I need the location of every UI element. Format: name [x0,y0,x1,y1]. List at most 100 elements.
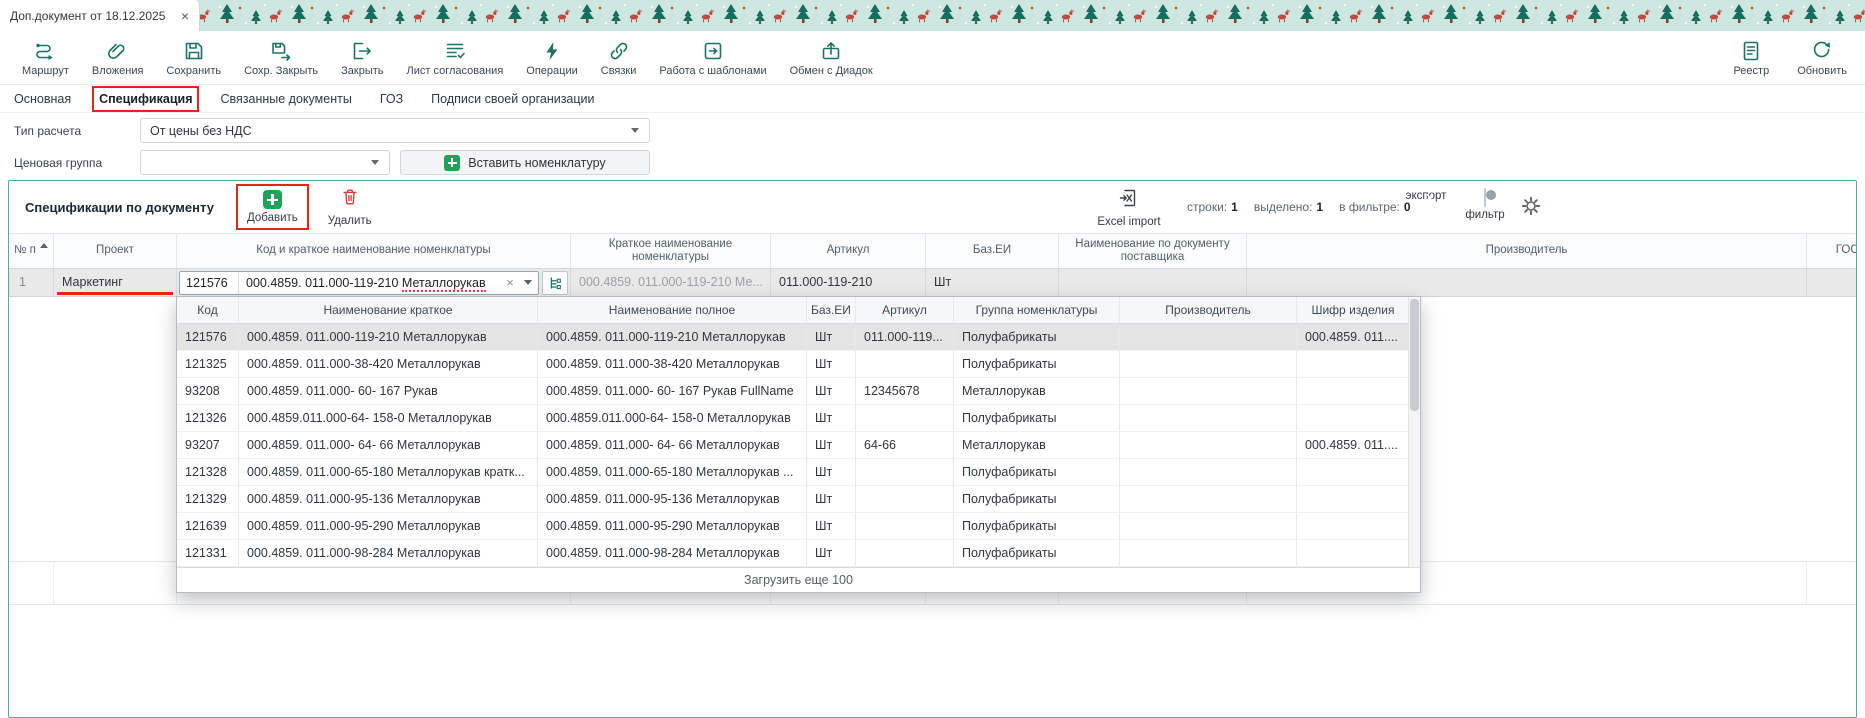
calc-type-select[interactable]: От цены без НДС [140,118,650,143]
popup-cell [856,459,954,485]
grid-toolbar: Спецификации по документу Добавить Удали… [9,181,1856,233]
popup-cell: Полуфабрикаты [954,513,1120,539]
nomenclature-combobox[interactable]: 121576 000.4859. 011.000-119-210 Металло… [179,271,539,295]
column-header-num[interactable]: № п [9,234,54,268]
popup-row[interactable]: 121329000.4859. 011.000-95-136 Металлору… [177,486,1410,513]
popup-cell: 121325 [177,351,239,377]
popup-cell: Шт [807,540,856,566]
popup-cell [1120,486,1297,512]
toolbar-button-label: Обмен с Диадок [790,65,873,77]
export-button[interactable]: экспорт [1397,188,1455,202]
popup-row[interactable]: 121331000.4859. 011.000-98-284 Металлору… [177,540,1410,567]
nomenclature-dropdown: КодНаименование краткоеНаименование полн… [176,296,1421,593]
scrollbar-thumb[interactable] [1410,299,1419,411]
excel-import-button[interactable]: Excel import [1087,187,1171,228]
toolbar-approval-sheet-button[interactable]: Лист согласования [403,36,508,80]
delete-trash-icon [340,187,360,212]
grid-header-row: № п Проект Код и краткое наименование но… [9,233,1856,269]
popup-cell: Шт [807,486,856,512]
toolbar-button-label: Вложения [92,65,144,77]
popup-row[interactable]: 93208000.4859. 011.000- 60- 167 Рукав000… [177,378,1410,405]
grid-row-selected[interactable]: 1 Маркетинг 121576 000.4859. 011.000-119… [9,269,1856,297]
popup-cell: Полуфабрикаты [954,540,1120,566]
document-tab[interactable]: Доп.документ от 18.12.2025 × [0,0,200,31]
add-row-button[interactable]: Добавить [240,188,305,226]
popup-row[interactable]: 93207000.4859. 011.000- 64- 66 Металлору… [177,432,1410,459]
column-header-article[interactable]: Артикул [771,234,926,268]
tree-select-button[interactable] [542,271,568,295]
delete-row-button[interactable]: Удалить [321,185,379,229]
popup-column-header[interactable]: Наименование краткое [239,297,538,323]
settings-gear-button[interactable] [1521,196,1541,221]
popup-row[interactable]: 121576000.4859. 011.000-119-210 Металлор… [177,324,1410,351]
popup-row[interactable]: 121328000.4859. 011.000-65-180 Металлору… [177,459,1410,486]
column-header-project[interactable]: Проект [54,234,177,268]
popup-cell: Металлорукав [954,378,1120,404]
rows-count: строки:1 [1187,200,1238,214]
row-nomenclature-cell: 121576 000.4859. 011.000-119-210 Металло… [177,269,571,296]
popup-cell [1120,459,1297,485]
tab-osnovnaya[interactable]: Основная [12,91,73,107]
tab-specifikaciya[interactable]: Спецификация [97,91,194,107]
column-header-code-name[interactable]: Код и краткое наименование номенклатуры [177,234,571,268]
toolbar-route-button[interactable]: Маршрут [18,36,73,80]
column-header-gost[interactable]: ГОСТ, [1807,234,1857,268]
popup-cell: 011.000-119... [856,324,954,350]
tab-svyazannye-dokumenty[interactable]: Связанные документы [218,91,353,107]
toolbar-save-button[interactable]: Сохранить [162,36,225,80]
toolbar-save-close-button[interactable]: Сохр. Закрыть [240,36,322,80]
toolbar-attachments-button[interactable]: Вложения [88,36,148,80]
column-header-manufacturer[interactable]: Производитель [1247,234,1807,268]
column-header-supplier-doc-name[interactable]: Наименование по документу поставщика [1059,234,1247,268]
popup-column-header[interactable]: Группа номенклатуры [954,297,1120,323]
popup-column-header[interactable]: Код [177,297,239,323]
popup-column-header[interactable]: Наименование полное [538,297,807,323]
toolbar-diadoc-button[interactable]: Обмен с Диадок [786,36,877,80]
document-tab-title: Доп.документ от 18.12.2025 [10,9,175,23]
popup-cell: Полуфабрикаты [954,486,1120,512]
popup-column-header[interactable]: Артикул [856,297,954,323]
toolbar-registry-button[interactable]: Реестр [1729,36,1773,80]
spec-form: Тип расчета От цены без НДС Ценовая груп… [0,113,1865,180]
popup-column-header[interactable]: Шифр изделия [1297,297,1410,323]
popup-cell: 000.4859. 011.000- 64- 66 Металлорукав [538,432,807,458]
popup-column-header[interactable]: Производитель [1120,297,1297,323]
toolbar-operations-button[interactable]: Операции [522,36,581,80]
popup-scrollbar[interactable] [1408,297,1420,567]
popup-row[interactable]: 121639000.4859. 011.000-95-290 Металлору… [177,513,1410,540]
row-project-cell: Маркетинг [54,269,177,296]
row-short-name-cell: 000.4859. 011.000-119-210 Ме... [571,269,771,296]
filter-toggle[interactable]: фильтр [1459,189,1511,221]
chevron-down-icon[interactable] [518,280,538,285]
toolbar-refresh-button[interactable]: Обновить [1793,36,1851,80]
popup-cell [856,486,954,512]
popup-header: КодНаименование краткоеНаименование полн… [177,297,1410,324]
column-header-base-unit[interactable]: Баз.ЕИ [926,234,1059,268]
popup-column-header[interactable]: Баз.ЕИ [807,297,856,323]
price-group-select[interactable] [140,150,390,175]
popup-cell: Шт [807,432,856,458]
popup-cell [1120,513,1297,539]
load-more-button[interactable]: Загрузить еще 100 [177,567,1420,592]
popup-cell: Полуфабрикаты [954,324,1120,350]
popup-row[interactable]: 121326000.4859.011.000-64- 158-0 Металло… [177,405,1410,432]
tab-podpisi[interactable]: Подписи своей организации [429,91,596,107]
clear-icon[interactable]: × [502,276,518,289]
toolbar-templates-button[interactable]: Работа с шаблонами [655,36,770,80]
tab-goz[interactable]: ГОЗ [378,91,405,107]
popup-cell: 121328 [177,459,239,485]
popup-cell: 000.4859. 011.000-95-290 Металлорукав [239,513,538,539]
toolbar-links-button[interactable]: Связки [597,36,641,80]
popup-cell: 93208 [177,378,239,404]
insert-nomenclature-button[interactable]: Вставить номенклатуру [400,150,650,175]
toolbar-button-label: Маршрут [22,65,69,77]
add-row-label: Добавить [247,212,298,224]
close-tab-icon[interactable]: × [181,9,189,23]
popup-row[interactable]: 121325000.4859. 011.000-38-420 Металлору… [177,351,1410,378]
toolbar-left-group: Маршрут Вложения Сохра [0,36,877,80]
popup-cell: Полуфабрикаты [954,405,1120,431]
registry-icon [1739,39,1763,63]
excel-import-icon [1118,196,1140,213]
toolbar-close-button[interactable]: Закрыть [337,36,387,80]
column-header-short-name[interactable]: Краткое наименование номенклатуры [571,234,771,268]
